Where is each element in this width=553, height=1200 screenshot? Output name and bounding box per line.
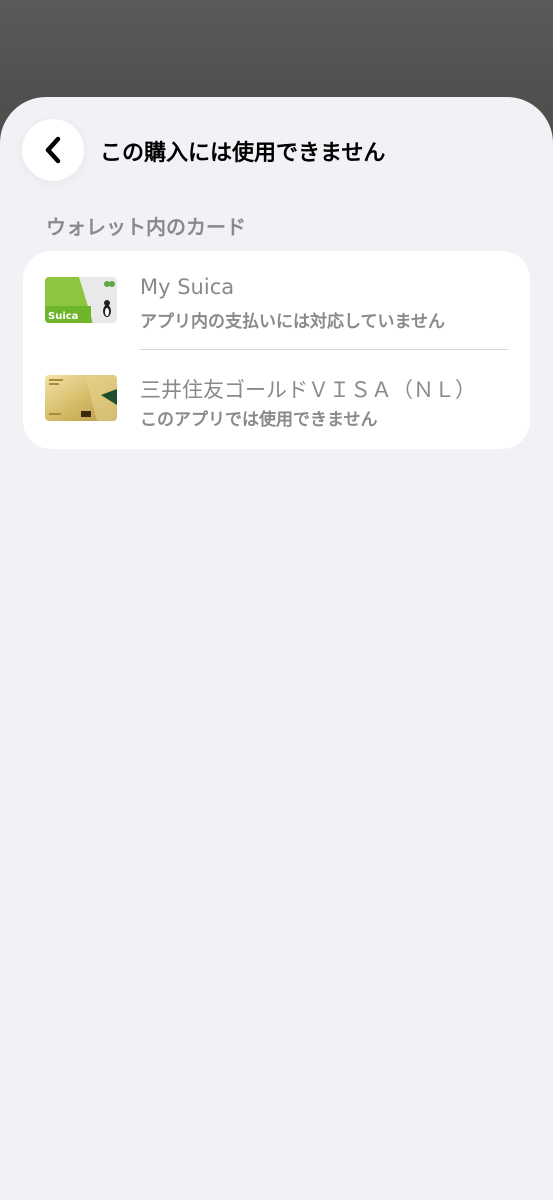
chevron-left-icon — [45, 136, 61, 164]
card-name: 三井住友ゴールドＶＩＳＡ（ＮＬ） — [140, 378, 476, 402]
card-row-gold-visa[interactable]: 三井住友ゴールドＶＩＳＡ（ＮＬ） このアプリでは使用できません — [23, 350, 530, 449]
page-title: この購入には使用できません — [100, 141, 386, 166]
section-header: ウォレット内のカード — [46, 215, 246, 239]
back-button[interactable] — [22, 119, 84, 181]
card-name: My Suica — [140, 275, 235, 299]
sheet: この購入には使用できません ウォレット内のカード Suica My Suica … — [0, 97, 553, 1200]
gold-visa-card-icon — [45, 375, 117, 421]
card-list: Suica My Suica アプリ内の支払いには対応していません 三井住友ゴー… — [23, 251, 530, 449]
card-row-suica[interactable]: Suica My Suica アプリ内の支払いには対応していません — [23, 251, 530, 350]
suica-card-icon: Suica — [45, 277, 117, 323]
suica-card-label: Suica — [48, 311, 78, 322]
card-status: このアプリでは使用できません — [140, 410, 378, 430]
card-status: アプリ内の支払いには対応していません — [140, 312, 445, 332]
